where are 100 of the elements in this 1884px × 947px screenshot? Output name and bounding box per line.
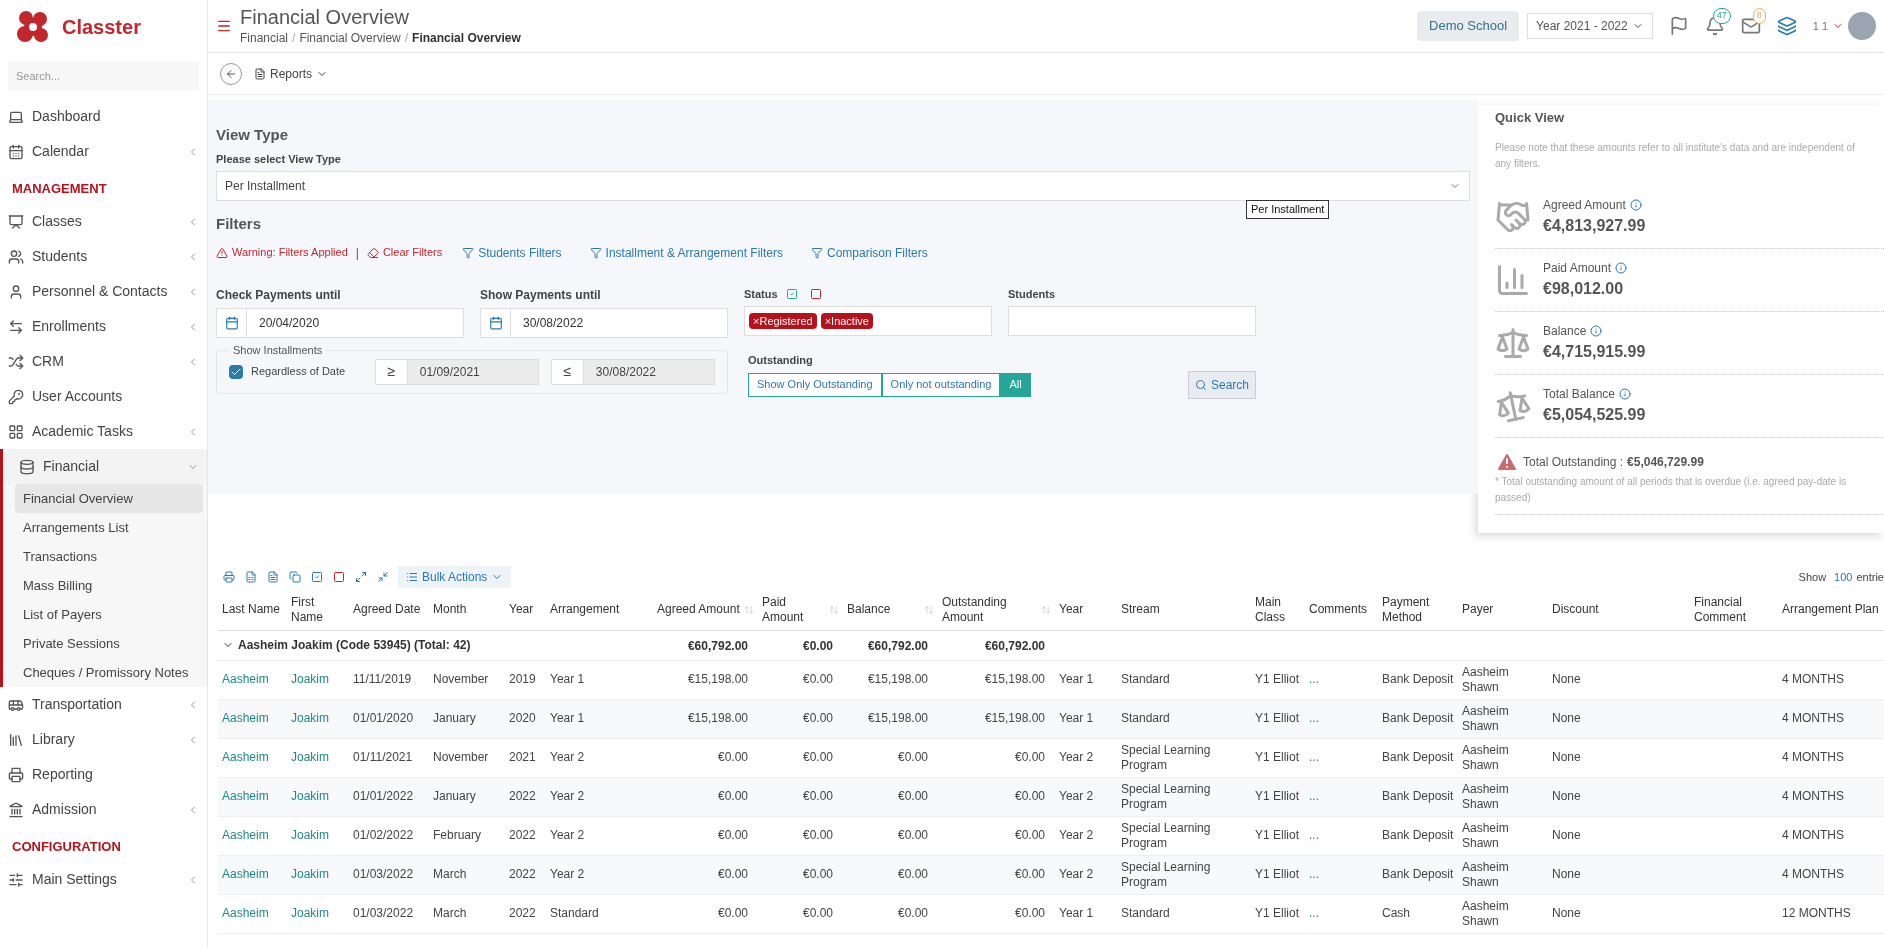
status-tag[interactable]: ×Inactive — [820, 312, 873, 330]
sidebar-item[interactable]: Library — [0, 722, 207, 757]
breadcrumb[interactable]: Financial — [240, 29, 289, 47]
sidebar-item[interactable]: Financial — [3, 449, 207, 484]
table-cell-text: Aasheim Shawn — [1462, 820, 1510, 851]
sidebar-item[interactable]: Reporting — [0, 757, 207, 792]
user-name[interactable]: 1 1 — [1812, 17, 1828, 35]
table-link[interactable]: Aasheim — [222, 906, 269, 920]
status-field[interactable]: ×Registered ×Inactive — [744, 306, 992, 336]
menu-icon[interactable] — [216, 18, 232, 34]
checkbox[interactable] — [229, 364, 243, 379]
reports-button[interactable]: Reports — [254, 64, 329, 83]
checked-box-icon[interactable] — [785, 287, 798, 300]
search-button[interactable]: Search — [1188, 370, 1256, 399]
outstanding-note: * Total outstanding amount of all periods that is overdue (i.e. agreed pay-date is passed) — [1495, 474, 1848, 505]
date-field[interactable]: 30/08/2022 — [480, 307, 728, 338]
table-link[interactable]: Aasheim — [222, 672, 269, 686]
table-cell: €15,198.00 — [687, 672, 748, 686]
view-type-select[interactable]: Per Installment — [216, 171, 1470, 201]
sidebar-item[interactable]: Classes — [0, 204, 207, 239]
sidebar-item[interactable]: Students — [0, 239, 207, 274]
table-link[interactable]: ... — [1309, 867, 1319, 881]
sidebar-item[interactable]: Dashboard — [0, 99, 207, 134]
year-dropdown[interactable]: Year 2021 - 2022 — [1527, 13, 1653, 39]
table-cell-text: None — [1552, 789, 1582, 804]
sidebar-item[interactable]: Calendar — [0, 134, 207, 169]
table-cell-text: 4 MONTHS — [1782, 867, 1845, 882]
table-link[interactable]: Aasheim — [222, 828, 269, 842]
table-link[interactable]: ... — [1309, 906, 1319, 920]
table-link[interactable]: ... — [1309, 711, 1319, 725]
avatar[interactable] — [1848, 12, 1876, 40]
sidebar-item[interactable]: Enrollments — [0, 309, 207, 344]
mail-icon[interactable] — [1740, 16, 1761, 36]
table-cell-text: None — [1552, 828, 1582, 843]
toggle-option[interactable]: Show Only Outstanding — [748, 372, 882, 397]
column-header[interactable]: Paid Amount — [762, 594, 829, 625]
table-cell-text: 4 MONTHS — [1782, 828, 1845, 843]
page-size-select[interactable]: 100 — [1834, 568, 1853, 586]
bell-icon[interactable] — [1704, 16, 1725, 36]
column-header[interactable]: Agreed Amount — [657, 602, 744, 618]
table-link[interactable]: ... — [1309, 828, 1319, 842]
table-link[interactable]: ... — [1309, 789, 1319, 803]
table-cell: Bank Deposit — [1382, 828, 1454, 843]
submenu-item[interactable]: Financial Overview — [15, 483, 203, 514]
table-link[interactable]: Joakim — [291, 867, 329, 881]
empty-box-icon[interactable] — [809, 287, 822, 300]
school-button[interactable]: Demo School — [1417, 11, 1520, 41]
breadcrumb[interactable]: Financial Overview — [299, 29, 401, 47]
message-badge: 8 — [1752, 8, 1766, 24]
column-header[interactable]: Balance — [847, 602, 924, 618]
table-link[interactable]: Joakim — [291, 672, 329, 686]
table-link[interactable]: ... — [1309, 672, 1319, 686]
sidebar-item[interactable]: CRM — [0, 344, 207, 379]
status-tag[interactable]: ×Registered — [749, 312, 817, 330]
submenu-item[interactable]: Private Sessions — [15, 628, 203, 659]
submenu-item[interactable]: Transactions — [15, 541, 203, 572]
table-link[interactable]: Joakim — [291, 906, 329, 920]
table-link[interactable]: Joakim — [291, 750, 329, 764]
sidebar-item[interactable]: Transportation — [0, 687, 207, 722]
table-cell: €0.00 — [802, 750, 833, 764]
sidebar-item[interactable]: Main Settings — [0, 862, 207, 897]
filter-link[interactable]: Students Filters — [462, 243, 562, 262]
table-cell: €0.00 — [717, 789, 748, 803]
table-cell: €0.00 — [897, 828, 928, 842]
sidebar-item[interactable]: User Accounts — [0, 379, 207, 414]
info-icon[interactable] — [1619, 387, 1632, 400]
info-icon[interactable] — [1590, 324, 1603, 337]
layers-icon[interactable] — [1776, 16, 1797, 36]
sidebar-item[interactable]: Personnel & Contacts — [0, 274, 207, 309]
submenu-item[interactable]: List of Payers — [15, 599, 203, 630]
table-link[interactable]: Aasheim — [222, 867, 269, 881]
sidebar-item[interactable]: Admission — [0, 792, 207, 827]
clear-filters-link[interactable]: Clear Filters — [366, 244, 443, 261]
submenu-item[interactable]: Mass Billing — [15, 570, 203, 601]
table-link[interactable]: Joakim — [291, 711, 329, 725]
table-link[interactable]: Joakim — [291, 828, 329, 842]
table-link[interactable]: Aasheim — [222, 711, 269, 725]
sidebar-item[interactable]: Academic Tasks — [0, 414, 207, 449]
date-field[interactable]: 20/04/2020 — [216, 307, 464, 338]
info-icon[interactable] — [1615, 261, 1628, 274]
info-icon[interactable] — [1629, 198, 1642, 211]
document-icon — [267, 571, 279, 583]
table-link[interactable]: Aasheim — [222, 789, 269, 803]
section-heading: CONFIGURATION — [12, 837, 121, 856]
arrows-icon — [8, 318, 24, 335]
students-field[interactable] — [1008, 306, 1256, 336]
table-link[interactable]: Aasheim — [222, 750, 269, 764]
bulk-actions-button[interactable]: Bulk Actions — [398, 566, 512, 588]
submenu-item[interactable]: Cheques / Promissory Notes — [15, 657, 203, 688]
table-link[interactable]: ... — [1309, 750, 1319, 764]
submenu-item[interactable]: Arrangements List — [15, 512, 203, 543]
table-cell: Bank Deposit — [1382, 711, 1454, 726]
filter-link[interactable]: Comparison Filters — [810, 243, 928, 262]
filter-link[interactable]: Installment & Arrangement Filters — [589, 243, 783, 262]
toggle-option[interactable]: Only not outstanding — [881, 372, 1001, 397]
group-row[interactable]: Aasheim Joakim (Code 53945) (Total: 42) — [222, 636, 649, 654]
search-field[interactable]: Search... — [8, 61, 199, 91]
table-link[interactable]: Joakim — [291, 789, 329, 803]
divider-text: | — [355, 244, 359, 262]
column-header[interactable]: Outstanding Amount — [942, 594, 1041, 625]
